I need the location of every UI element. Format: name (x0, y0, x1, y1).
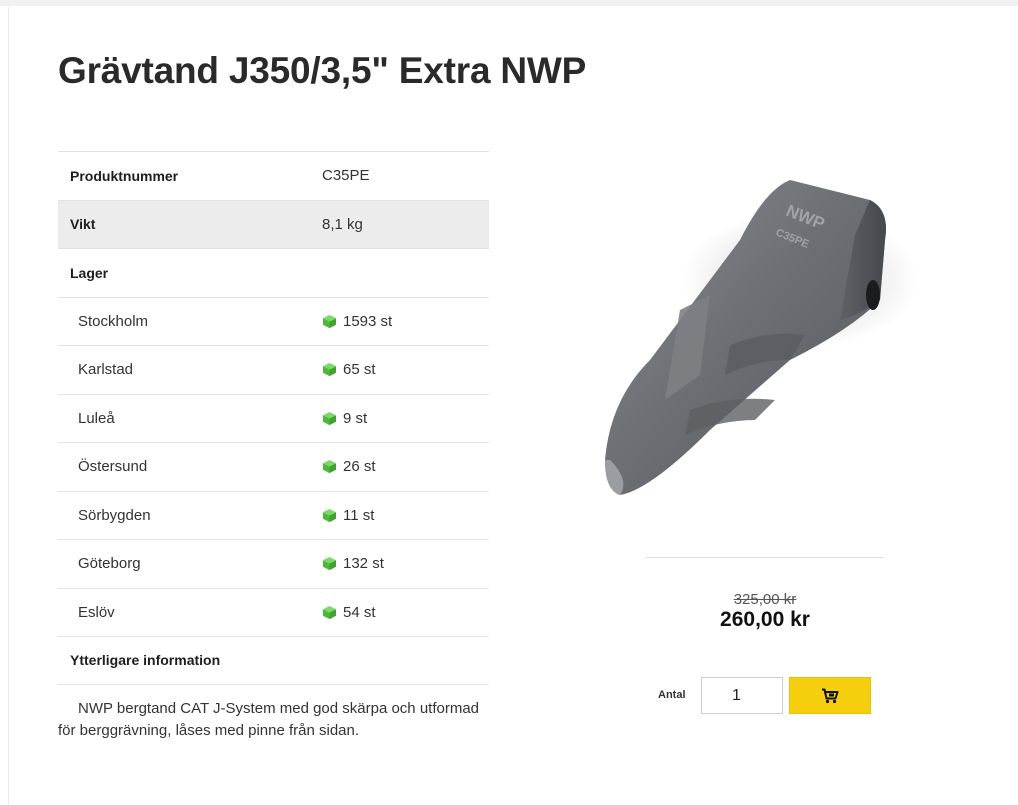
quantity-input[interactable] (701, 677, 783, 714)
spec-row-weight: Vikt 8,1 kg (58, 199, 489, 248)
stock-location: Luleå (78, 409, 115, 427)
top-border (0, 0, 1018, 6)
product-image: NWP C35PE (605, 180, 920, 495)
stock-row: Eslöv 54 st (58, 587, 489, 637)
quantity-label: Antal (658, 689, 686, 701)
spec-label: Produktnummer (70, 167, 179, 184)
more-info-label: Ytterligare information (70, 652, 221, 669)
price-divider (646, 557, 884, 558)
spec-value: 8,1 kg (322, 215, 363, 233)
spec-value: C35PE (322, 167, 370, 185)
add-to-cart-button[interactable] (789, 677, 871, 714)
stock-location: Göteborg (78, 555, 141, 573)
spec-row-more-info: Ytterligare information (58, 636, 489, 685)
left-border (8, 6, 9, 805)
in-stock-icon (322, 411, 337, 425)
old-price: 325,00 kr (733, 591, 797, 608)
spec-row-product-number: Produktnummer C35PE (58, 151, 489, 200)
stock-row: Östersund 26 st (58, 442, 489, 491)
in-stock-icon (322, 605, 337, 619)
stock-row: Göteborg 132 st (58, 539, 489, 588)
stock-location: Stockholm (78, 312, 149, 330)
spec-label: Vikt (70, 216, 96, 233)
stock-row: Luleå 9 st (58, 393, 489, 443)
stock-qty: 11 st (343, 506, 375, 524)
stock-row: Stockholm 1593 st (58, 296, 489, 346)
stock-qty: 132 st (343, 555, 384, 573)
stock-location: Sörbygden (78, 506, 151, 524)
stock-location: Östersund (78, 458, 148, 476)
spec-row-stock-header: Lager (58, 248, 489, 297)
spec-label: Lager (70, 264, 109, 281)
in-stock-icon (322, 460, 337, 474)
stock-row: Sörbygden 11 st (58, 490, 489, 540)
in-stock-icon (322, 557, 337, 571)
spec-table: Produktnummer C35PE Vikt 8,1 kg Lager St… (58, 151, 489, 685)
in-stock-icon (322, 363, 337, 377)
stock-qty: 1593 st (343, 312, 393, 330)
product-description: NWP bergtand CAT J-System med god skärpa… (58, 700, 480, 739)
in-stock-icon (322, 508, 337, 522)
stock-location: Eslöv (78, 603, 115, 621)
stock-qty: 9 st (343, 409, 368, 427)
in-stock-icon (322, 314, 337, 328)
stock-qty: 54 st (343, 603, 376, 621)
stock-qty: 65 st (343, 361, 376, 379)
stock-location: Karlstad (78, 361, 134, 379)
current-price: 260,00 kr (720, 608, 810, 631)
cart-icon (822, 688, 839, 703)
product-title: Grävtand J350/3,5" Extra NWP (58, 50, 587, 91)
stock-qty: 26 st (343, 458, 376, 476)
stock-row: Karlstad 65 st (58, 345, 489, 394)
